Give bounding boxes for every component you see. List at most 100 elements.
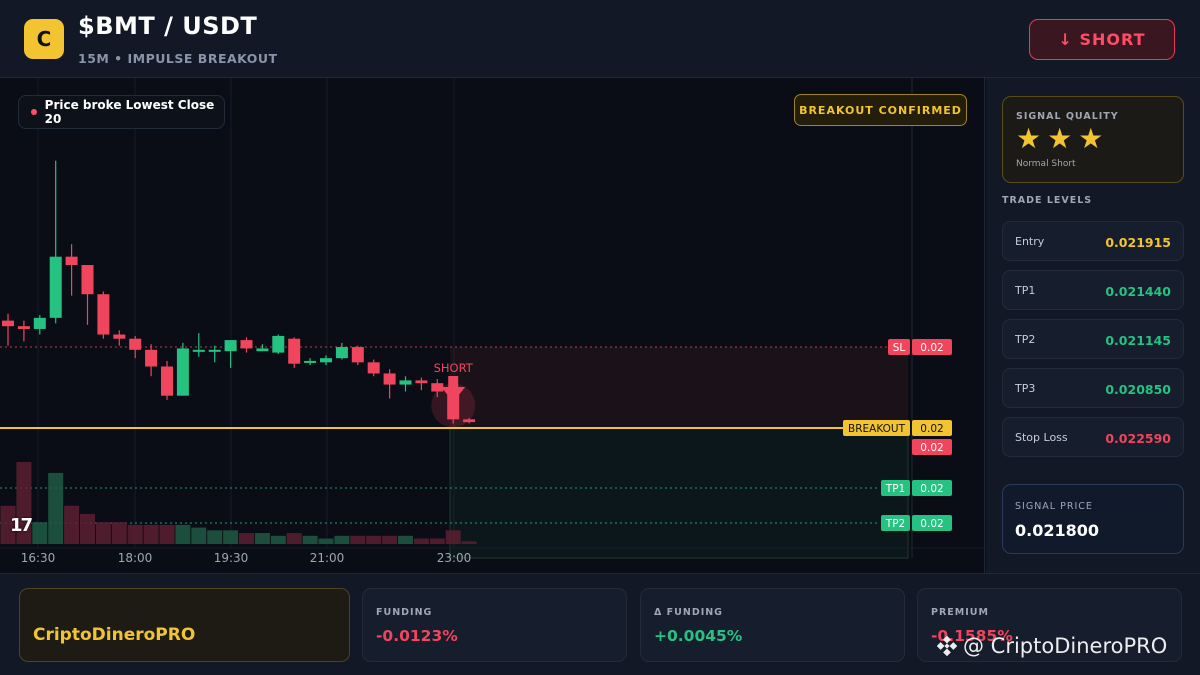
- level-value: 0.022590: [1105, 431, 1171, 446]
- candle-body: [304, 360, 317, 363]
- candle-body: [208, 349, 221, 352]
- candle-body: [161, 366, 173, 396]
- tp2-price-tag: TP2 0.02: [881, 515, 952, 531]
- time-tick-label: 18:00: [118, 551, 153, 565]
- profit-zone: [449, 427, 909, 559]
- brand-card: CriptoDineroPRO: [19, 588, 350, 662]
- volume-bar: [159, 524, 175, 544]
- level-name: TP3: [1015, 382, 1036, 395]
- volume-bar: [350, 535, 366, 544]
- volume-bar: [32, 522, 48, 544]
- candle-body: [224, 340, 237, 352]
- time-tick-label: 21:00: [310, 551, 345, 565]
- volume-bar: [302, 535, 318, 544]
- last-price-tag: 0.02: [912, 439, 952, 455]
- candle-body: [256, 348, 269, 352]
- signal-price-card: SIGNAL PRICE 0.021800: [1002, 484, 1184, 554]
- watermark: @ CriptoDineroPRO: [937, 634, 1167, 658]
- binance-logo-icon: [937, 636, 957, 656]
- short-arrow-shaft: [448, 376, 459, 388]
- breakout-price-tag-value: 0.02: [920, 423, 943, 435]
- time-tick-label: 16:30: [21, 551, 56, 565]
- delta-funding-value: +0.0045%: [654, 627, 743, 645]
- candle-body: [415, 380, 428, 384]
- level-name: Stop Loss: [1015, 431, 1068, 444]
- tp1-price-tag-value: 0.02: [920, 483, 943, 495]
- level-tp3: TP3 0.020850: [1002, 368, 1184, 408]
- candle-body: [33, 317, 46, 329]
- watermark-text: @ CriptoDineroPRO: [963, 634, 1168, 658]
- level-value: 0.021440: [1105, 284, 1171, 299]
- candle-body: [272, 335, 285, 353]
- info-pill: Price broke Lowest Close 20: [18, 95, 225, 129]
- tp1-price-tag: TP1 0.02: [881, 480, 952, 496]
- candle-body: [129, 338, 142, 350]
- delta-funding-label: Δ FUNDING: [654, 607, 723, 618]
- volume-bar: [270, 535, 286, 544]
- last-price-tag-value: 0.02: [920, 442, 943, 454]
- volume-bar: [143, 524, 159, 544]
- chart-canvas: SHORT SL 0.02 BREAKOUT 0.02 0.02 TP1 0.02 TP2 0.0…: [0, 78, 985, 565]
- volume-bar: [111, 522, 127, 544]
- tp2-price-tag-label: TP2: [885, 518, 905, 530]
- funding-card: FUNDING -0.0123%: [362, 588, 627, 662]
- level-value: 0.021145: [1105, 333, 1171, 348]
- side-panel: SIGNAL QUALITY ★ ★ ★ Normal Short TRADE LE…: [986, 78, 1200, 573]
- footer-bar: CriptoDineroPRO FUNDING -0.0123% Δ FUNDI…: [0, 573, 1200, 675]
- volume-bar: [445, 530, 461, 544]
- candle-body: [288, 338, 301, 364]
- pair-subtitle: 15M • IMPULSE BREAKOUT: [78, 51, 278, 66]
- star-icon: ★: [1016, 122, 1042, 155]
- volume-bar: [239, 533, 254, 544]
- volume-bar: [223, 530, 239, 544]
- candle-body: [17, 326, 30, 329]
- candle-body: [335, 347, 348, 359]
- brand-name: CriptoDineroPRO: [33, 625, 196, 645]
- candle-body: [2, 320, 14, 327]
- level-name: TP1: [1015, 284, 1036, 297]
- signal-price-value: 0.021800: [1015, 521, 1100, 540]
- volume-bar: [429, 538, 445, 544]
- candle-body: [351, 347, 364, 363]
- candle-body: [176, 348, 189, 396]
- funding-label: FUNDING: [376, 607, 433, 618]
- candle-body: [240, 340, 253, 349]
- breakout-price-tag-label: BREAKOUT: [848, 423, 906, 435]
- volume-bar: [254, 533, 270, 544]
- candle-body: [97, 294, 110, 335]
- candle-body: [113, 334, 126, 339]
- tradingview-logo-icon[interactable]: 17: [10, 515, 33, 536]
- risk-zone: [450, 347, 908, 428]
- level-value: 0.021915: [1105, 235, 1171, 250]
- trade-levels-title: TRADE LEVELS: [1002, 195, 1093, 206]
- volume-bar: [127, 524, 143, 544]
- candle-body: [320, 358, 332, 363]
- level-tp1: TP1 0.021440: [1002, 270, 1184, 310]
- short-button[interactable]: ↓ SHORT: [1029, 19, 1175, 60]
- level-value: 0.020850: [1105, 382, 1171, 397]
- volume-bar: [318, 538, 334, 544]
- level-entry: Entry 0.021915: [1002, 221, 1184, 261]
- volume-bar: [95, 522, 111, 544]
- volume-bar: [207, 530, 223, 544]
- volume-bar: [80, 513, 95, 544]
- candle-body: [81, 265, 94, 295]
- volume-bar: [461, 541, 477, 544]
- sl-price-tag: SL 0.02: [888, 339, 952, 355]
- signal-quality-title: SIGNAL QUALITY: [1016, 111, 1119, 122]
- breakout-badge: BREAKOUT CONFIRMED: [794, 94, 967, 126]
- sl-price-tag-value: 0.02: [920, 342, 943, 354]
- level-name: TP2: [1015, 333, 1036, 346]
- info-pill-text: Price broke Lowest Close 20: [44, 98, 215, 126]
- tp1-price-tag-label: TP1: [885, 483, 905, 495]
- signal-quality-label: Normal Short: [1016, 159, 1076, 169]
- price-chart[interactable]: SHORT SL 0.02 BREAKOUT 0.02 0.02 TP1 0.02 TP2 0.0…: [0, 78, 985, 573]
- candle-body: [192, 349, 205, 352]
- star-rating: ★ ★ ★: [1016, 125, 1103, 153]
- candle-body: [367, 362, 380, 374]
- breakout-price-tag: BREAKOUT 0.02: [843, 420, 952, 436]
- volume-bar: [191, 527, 207, 544]
- volume-bar: [398, 535, 413, 544]
- candle-body: [145, 349, 158, 367]
- red-dot-icon: [31, 109, 37, 115]
